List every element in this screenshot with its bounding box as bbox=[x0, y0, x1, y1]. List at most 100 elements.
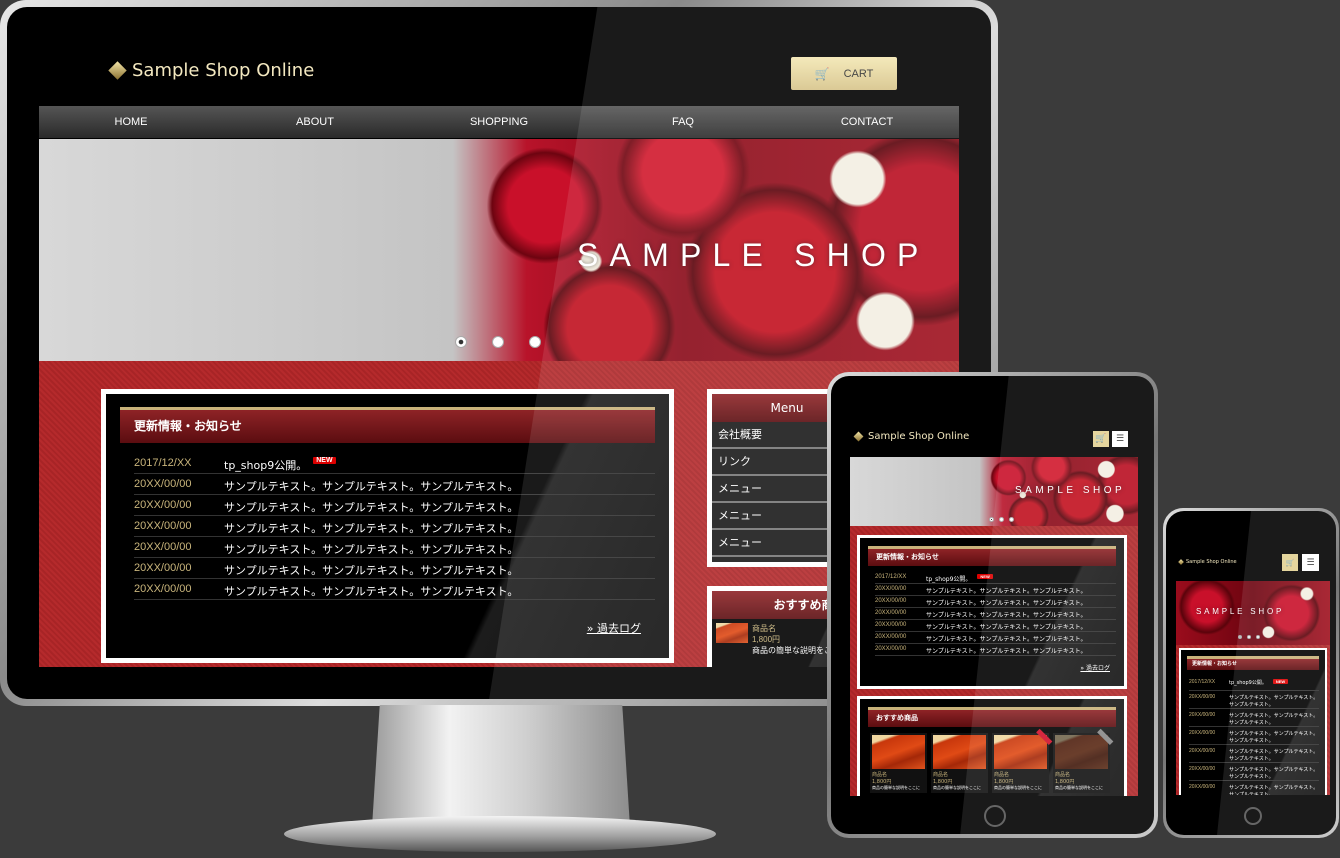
news-date: 20XX/00/00 bbox=[875, 598, 907, 604]
product-card[interactable]: 商品名 1,800円 商品の簡単な説明をここに bbox=[931, 733, 988, 793]
news-text: サンプルテキスト。サンプルテキスト。サンプルテキスト。 bbox=[224, 564, 519, 577]
logo-diamond-icon bbox=[853, 431, 864, 442]
news-row[interactable]: 20XX/00/00 サンプルテキスト。サンプルテキスト。サンプルテキスト。 bbox=[1189, 763, 1319, 781]
past-log-link[interactable]: » 過去ログ bbox=[587, 620, 641, 636]
news-row[interactable]: 20XX/00/00 サンプルテキスト。サンプルテキスト。サンプルテキスト。 bbox=[875, 608, 1116, 620]
product-image bbox=[716, 623, 748, 643]
news-row[interactable]: 2017/12/XX tp_shop9公開。 NEW bbox=[1189, 676, 1319, 691]
nav-shopping[interactable]: SHOPPING bbox=[407, 106, 591, 138]
phone-home-button[interactable] bbox=[1244, 807, 1262, 825]
news-heading: 更新情報・お知らせ bbox=[120, 407, 655, 443]
product-card[interactable]: 商品名 1,800円 商品の簡単な説明をここに bbox=[870, 733, 927, 793]
news-row[interactable]: 20XX/00/00 サンプルテキスト。サンプルテキスト。サンプルテキスト。 bbox=[875, 620, 1116, 632]
news-heading: 更新情報・お知らせ bbox=[868, 546, 1116, 566]
news-date: 20XX/00/00 bbox=[1189, 748, 1216, 754]
news-row[interactable]: 20XX/00/00 サンプルテキスト。サンプルテキスト。サンプルテキスト。 bbox=[134, 579, 655, 600]
tablet-news-box: 更新情報・お知らせ 2017/12/XX tp_shop9公開。 NEW 20XX/0… bbox=[857, 535, 1127, 689]
nav-about[interactable]: ABOUT bbox=[223, 106, 407, 138]
news-row[interactable]: 20XX/00/00 サンプルテキスト。サンプルテキスト。サンプルテキスト。 bbox=[1189, 781, 1319, 795]
nav-faq[interactable]: FAQ bbox=[591, 106, 775, 138]
slider-dot[interactable] bbox=[529, 336, 541, 348]
news-row[interactable]: 2017/12/XX tp_shop9公開。 NEW bbox=[875, 572, 1116, 584]
news-row[interactable]: 20XX/00/00 サンプルテキスト。サンプルテキスト。サンプルテキスト。 bbox=[1189, 691, 1319, 709]
past-log-label: 過去ログ bbox=[1085, 665, 1110, 672]
nav-home[interactable]: HOME bbox=[39, 106, 223, 138]
slider-dot[interactable] bbox=[1009, 517, 1014, 522]
product-name: 商品名 bbox=[994, 772, 1010, 778]
slider-dot[interactable] bbox=[1256, 635, 1260, 639]
site-logo[interactable]: Sample Shop Online bbox=[108, 60, 314, 81]
news-text: サンプルテキスト。サンプルテキスト。サンプルテキスト。 bbox=[1229, 749, 1319, 762]
news-text: サンプルテキスト。サンプルテキスト。サンプルテキスト。 bbox=[224, 501, 519, 514]
product-desc: 商品の簡単な説明をここに bbox=[933, 785, 981, 790]
tablet-logo[interactable]: Sample Shop Online bbox=[853, 431, 969, 442]
news-row[interactable]: 20XX/00/00 サンプルテキスト。サンプルテキスト。サンプルテキスト。 bbox=[134, 516, 655, 537]
news-date: 2017/12/XX bbox=[134, 457, 192, 469]
news-row[interactable]: 2017/12/XX tp_shop9公開。 NEW bbox=[134, 453, 655, 474]
phone-cart-button[interactable]: 🛒 bbox=[1282, 554, 1298, 571]
phone-site: Sample Shop Online 🛒 ☰ SAMPLE SHOP 更新情報・… bbox=[1176, 537, 1330, 795]
news-row[interactable]: 20XX/00/00 サンプルテキスト。サンプルテキスト。サンプルテキスト。 bbox=[1189, 709, 1319, 727]
content-area: 更新情報・お知らせ 2017/12/XX tp_shop9公開。 NEW 20XX/0… bbox=[39, 361, 959, 667]
cart-label: CART bbox=[843, 67, 874, 80]
news-text: tp_shop9公開。 bbox=[1229, 680, 1267, 686]
tablet-home-button[interactable] bbox=[984, 805, 1006, 827]
hamburger-icon: ☰ bbox=[1115, 434, 1125, 444]
news-box: 更新情報・お知らせ 2017/12/XX tp_shop9公開。 NEW 20XX/0… bbox=[101, 389, 674, 663]
news-date: 20XX/00/00 bbox=[1189, 730, 1216, 736]
slider-dot[interactable] bbox=[455, 336, 467, 348]
tablet-recommended-box: おすすめ商品 商品名 1,800円 商品の簡単な説明をここに 商品名 1,800円 商品の… bbox=[857, 696, 1127, 796]
past-log-label: 過去ログ bbox=[597, 622, 641, 635]
tablet-menu-button[interactable]: ☰ bbox=[1112, 431, 1128, 447]
product-image bbox=[872, 735, 925, 769]
news-date: 20XX/00/00 bbox=[1189, 766, 1216, 772]
news-text: サンプルテキスト。サンプルテキスト。サンプルテキスト。 bbox=[224, 543, 519, 556]
news-date: 20XX/00/00 bbox=[134, 562, 192, 574]
desktop-site: Sample Shop Online 🛒 CART HOME ABOUT SHO… bbox=[39, 30, 959, 667]
slider-dot[interactable] bbox=[1247, 635, 1251, 639]
news-row[interactable]: 20XX/00/00 サンプルテキスト。サンプルテキスト。サンプルテキスト。 bbox=[1189, 727, 1319, 745]
cart-button[interactable]: 🛒 CART bbox=[791, 57, 897, 90]
news-row[interactable]: 20XX/00/00 サンプルテキスト。サンプルテキスト。サンプルテキスト。 bbox=[875, 584, 1116, 596]
main-nav: HOME ABOUT SHOPPING FAQ CONTACT bbox=[39, 106, 959, 138]
news-date: 20XX/00/00 bbox=[1189, 712, 1216, 718]
cart-icon: 🛒 bbox=[1095, 434, 1107, 444]
news-text: tp_shop9公開。 bbox=[224, 459, 308, 472]
slider-dot[interactable] bbox=[989, 517, 994, 522]
news-row[interactable]: 20XX/00/00 サンプルテキスト。サンプルテキスト。サンプルテキスト。 bbox=[1189, 745, 1319, 763]
slider-dot[interactable] bbox=[1238, 635, 1242, 639]
hero-title: SAMPLE SHOP bbox=[577, 237, 930, 273]
tablet-cart-button[interactable]: 🛒 bbox=[1093, 431, 1109, 447]
monitor-stand bbox=[372, 705, 630, 827]
tablet-hero: SAMPLE SHOP bbox=[850, 457, 1138, 526]
news-text: サンプルテキスト。サンプルテキスト。サンプルテキスト。 bbox=[926, 648, 1087, 655]
news-row[interactable]: 20XX/00/00 サンプルテキスト。サンプルテキスト。サンプルテキスト。 bbox=[134, 537, 655, 558]
past-log-link[interactable]: » 過去ログ bbox=[1080, 663, 1110, 672]
news-row[interactable]: 20XX/00/00 サンプルテキスト。サンプルテキスト。サンプルテキスト。 bbox=[875, 644, 1116, 656]
logo-diamond-icon bbox=[1178, 559, 1184, 565]
phone-logo[interactable]: Sample Shop Online bbox=[1178, 559, 1237, 565]
product-card[interactable]: 商品名 1,800円 商品の簡単な説明をここに bbox=[1053, 728, 1114, 793]
arrow-icon: » bbox=[586, 622, 597, 635]
new-badge: NEW bbox=[313, 457, 336, 464]
product-card[interactable]: 商品名 1,800円 商品の簡単な説明をここに bbox=[992, 728, 1053, 793]
news-date: 20XX/00/00 bbox=[134, 478, 192, 490]
nav-contact[interactable]: CONTACT bbox=[775, 106, 959, 138]
hero-title: SAMPLE SHOP bbox=[1015, 485, 1126, 496]
news-row[interactable]: 20XX/00/00 サンプルテキスト。サンプルテキスト。サンプルテキスト。 bbox=[134, 558, 655, 579]
news-date: 20XX/00/00 bbox=[134, 520, 192, 532]
news-row[interactable]: 20XX/00/00 サンプルテキスト。サンプルテキスト。サンプルテキスト。 bbox=[875, 632, 1116, 644]
hamburger-icon: ☰ bbox=[1306, 557, 1315, 568]
news-date: 20XX/00/00 bbox=[875, 622, 907, 628]
phone-menu-button[interactable]: ☰ bbox=[1302, 554, 1319, 571]
slider-dots bbox=[455, 336, 541, 348]
news-row[interactable]: 20XX/00/00 サンプルテキスト。サンプルテキスト。サンプルテキスト。 bbox=[875, 596, 1116, 608]
monitor-base bbox=[284, 816, 716, 852]
news-text: サンプルテキスト。サンプルテキスト。サンプルテキスト。 bbox=[1229, 767, 1319, 780]
news-row[interactable]: 20XX/00/00 サンプルテキスト。サンプルテキスト。サンプルテキスト。 bbox=[134, 474, 655, 495]
slider-dot[interactable] bbox=[492, 336, 504, 348]
tablet-content: 更新情報・お知らせ 2017/12/XX tp_shop9公開。 NEW 20XX/0… bbox=[850, 526, 1138, 796]
cart-icon: 🛒 bbox=[814, 66, 830, 81]
slider-dot[interactable] bbox=[999, 517, 1004, 522]
news-row[interactable]: 20XX/00/00 サンプルテキスト。サンプルテキスト。サンプルテキスト。 bbox=[134, 495, 655, 516]
